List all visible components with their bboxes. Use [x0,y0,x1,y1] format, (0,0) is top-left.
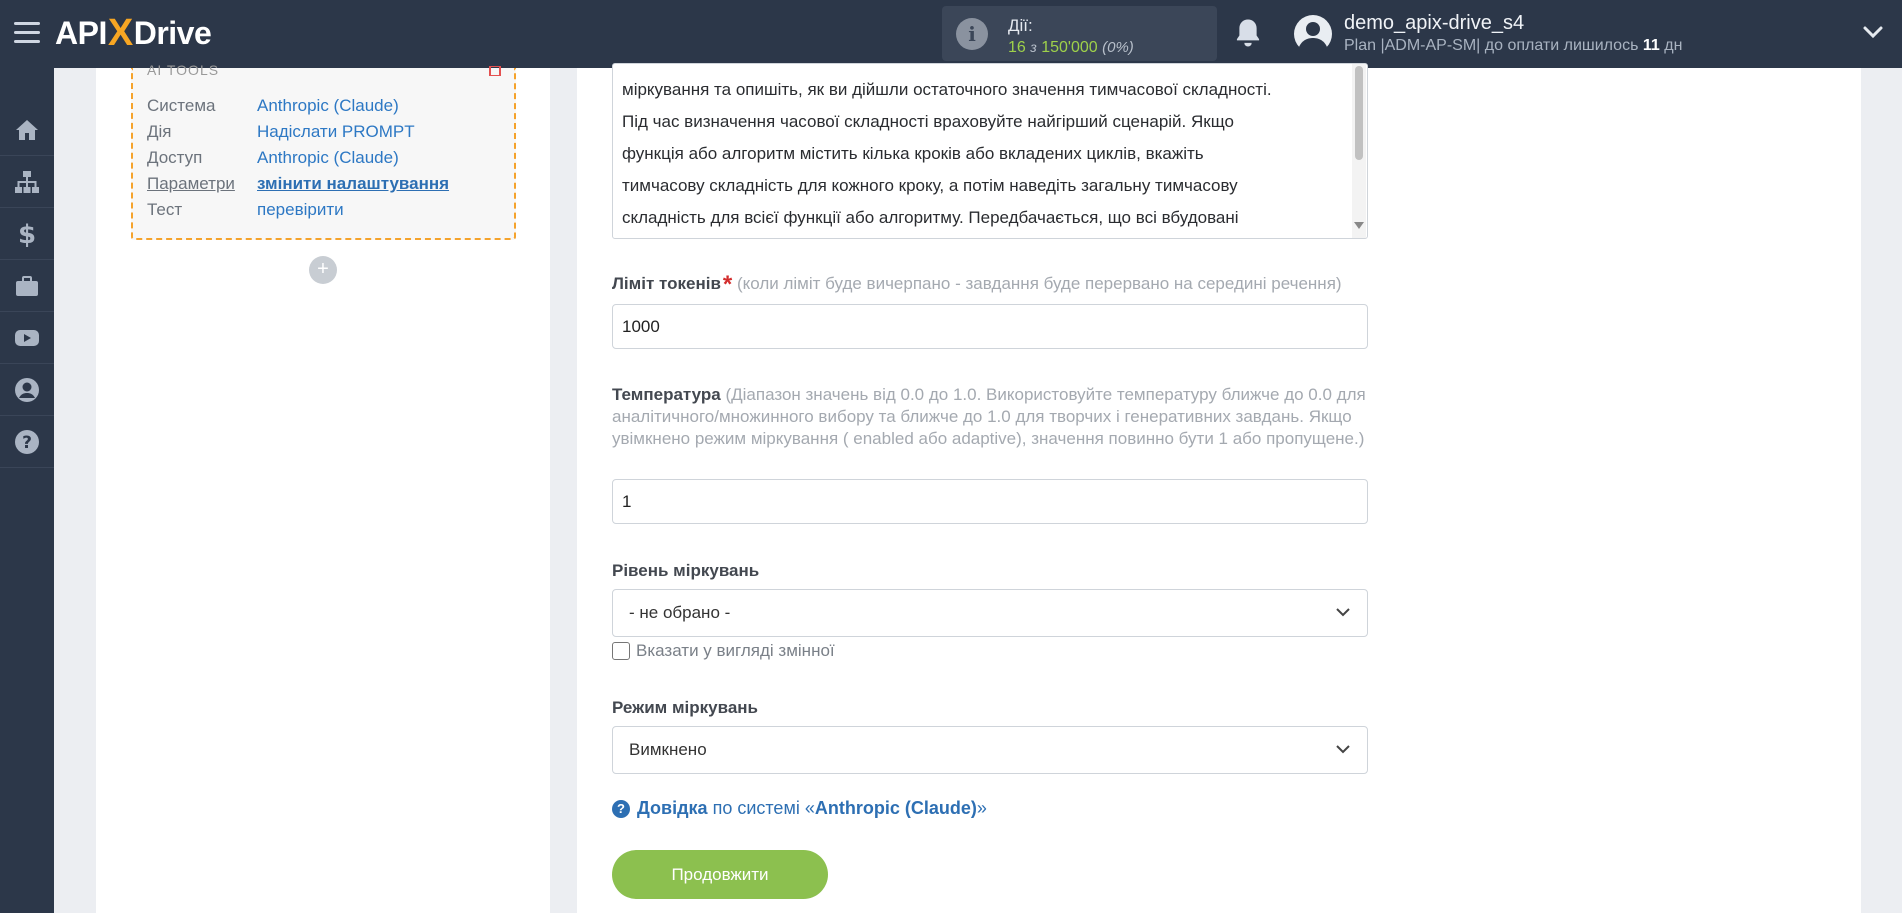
card-row-test: Тест перевірити [147,200,344,220]
sitemap-icon [15,170,39,193]
reasoning-level-value: - не обрано - [629,603,731,622]
sidebar-item-video[interactable] [0,312,54,364]
help-link[interactable]: Довідка [637,798,708,819]
youtube-icon [15,329,39,346]
reasoning-level-select[interactable]: - не обрано - [612,589,1368,637]
briefcase-icon [16,275,38,296]
trash-icon[interactable] [488,66,502,76]
plan-prefix: Plan |ADM-AP-SM| до оплати лишилось [1344,37,1639,54]
required-mark: * [722,271,733,298]
top-bar: API X Drive i Дії: 16 з 150'000 (0%) demo_… [0,0,1902,68]
card-value-action[interactable]: Надіслати PROMPT [257,122,415,142]
card-key: Система [147,96,216,115]
use-variable-label[interactable]: Вказати у вигляді змінної [636,641,835,661]
actions-of: з [1030,39,1037,55]
sidebar-item-profile[interactable] [0,364,54,416]
actions-counter: i Дії: 16 з 150'000 (0%) [942,6,1217,61]
actions-percent: (0%) [1102,39,1134,56]
actions-label: Дії: [1008,16,1033,35]
question-icon: ? [15,429,39,454]
help-middle-text: по системі « [712,798,815,818]
sidebar-item-home[interactable] [0,104,54,156]
reasoning-mode-label: Режим міркувань [612,698,758,717]
token-limit-title: Ліміт токенів [612,274,721,293]
token-limit-input[interactable]: 1000 [612,304,1368,349]
actions-used: 16 [1008,39,1026,56]
card-row-params: Параметри змінити налаштування [147,174,449,194]
ai-tools-card: AI TOOLS Система Anthropic (Claude) Дія … [131,62,516,240]
sidebar: $ ? [0,68,54,913]
prompt-line: Під час визначення часової складності вр… [622,112,1234,131]
reasoning-level-label: Рівень міркувань [612,561,760,580]
user-plan: Plan |ADM-AP-SM| до оплати лишилось 11 д… [1344,37,1682,55]
logo-part-x: X [107,11,133,54]
use-variable-checkbox-row: Вказати у вигляді змінної [612,641,835,661]
actions-total: 150'000 [1041,39,1098,56]
reasoning-mode-select[interactable]: Вимкнено [612,726,1368,774]
temperature-input[interactable]: 1 [612,479,1368,524]
sidebar-item-connections[interactable] [0,156,54,208]
help-line: ? Довідка по системі «Anthropic (Claude)… [612,798,987,819]
card-value-access[interactable]: Anthropic (Claude) [257,148,399,168]
user-circle-icon [15,377,39,402]
dollar-icon: $ [18,220,36,248]
chevron-down-icon [1336,608,1350,617]
menu-icon[interactable] [14,22,40,44]
help-system-link[interactable]: Anthropic (Claude) [815,798,977,819]
continue-button[interactable]: Продовжити [612,850,828,899]
question-circle-icon: ? [612,799,630,818]
token-limit-hint: (коли ліміт буде вичерпано - завдання бу… [736,274,1342,293]
plan-days: 11 [1642,37,1660,54]
svg-text:$: $ [18,220,36,248]
token-limit-label: Ліміт токенів* (коли ліміт буде вичерпан… [612,271,1342,299]
prompt-line: тимчасову складність для кожного кроку, … [622,176,1238,195]
user-name[interactable]: demo_apix-drive_s4 [1344,12,1524,35]
card-row-access: Доступ Anthropic (Claude) [147,148,399,168]
chevron-down-icon[interactable] [1862,24,1884,40]
add-step-button[interactable]: + [309,256,337,284]
sidebar-item-briefcase[interactable] [0,260,54,312]
logo[interactable]: API X Drive [55,11,212,55]
prompt-line: функція або алгоритм містить кілька крок… [622,144,1204,163]
bell-icon[interactable] [1233,17,1263,49]
sidebar-item-billing[interactable]: $ [0,208,54,260]
avatar-icon[interactable] [1293,14,1333,54]
logo-part-api: API [55,14,107,51]
change-settings-link[interactable]: змінити налаштування [257,174,449,194]
info-icon: i [956,18,988,50]
help-end-text: » [976,798,987,818]
card-key: Параметри [147,174,235,193]
use-variable-checkbox[interactable] [612,642,630,660]
card-title: AI TOOLS [147,62,220,78]
chevron-down-icon [1336,745,1350,754]
reasoning-mode-value: Вимкнено [629,740,707,759]
home-icon [16,119,38,140]
prompt-scrollbar[interactable] [1352,64,1366,238]
card-row-action: Дія Надіслати PROMPT [147,122,415,142]
scroll-down-arrow-icon[interactable] [1354,222,1364,229]
test-link[interactable]: перевірити [257,200,344,220]
temperature-title: Температура [612,385,721,404]
prompt-line: міркування та опишіть, як ви дійшли оста… [622,80,1272,99]
actions-value: 16 з 150'000 (0%) [1008,39,1134,57]
logo-part-drive: Drive [133,14,212,51]
card-value-system[interactable]: Anthropic (Claude) [257,96,399,116]
sidebar-item-help[interactable]: ? [0,416,54,468]
card-row-system: Система Anthropic (Claude) [147,96,399,116]
card-key: Тест [147,200,183,219]
scrollbar-thumb[interactable] [1355,66,1363,160]
plan-days-suffix: дн [1664,37,1683,54]
temperature-label: Температура (Діапазон значень від 0.0 до… [612,384,1368,450]
card-key: Доступ [147,148,203,167]
prompt-line: складність для всієї функції або алгорит… [622,208,1239,227]
temperature-hint: (Діапазон значень від 0.0 до 1.0. Викори… [612,385,1366,448]
card-key: Дія [147,122,172,141]
svg-text:?: ? [22,433,32,453]
prompt-textarea[interactable]: міркування та опишіть, як ви дійшли оста… [612,63,1368,239]
prompt-text: міркування та опишіть, як ви дійшли оста… [622,74,1337,234]
